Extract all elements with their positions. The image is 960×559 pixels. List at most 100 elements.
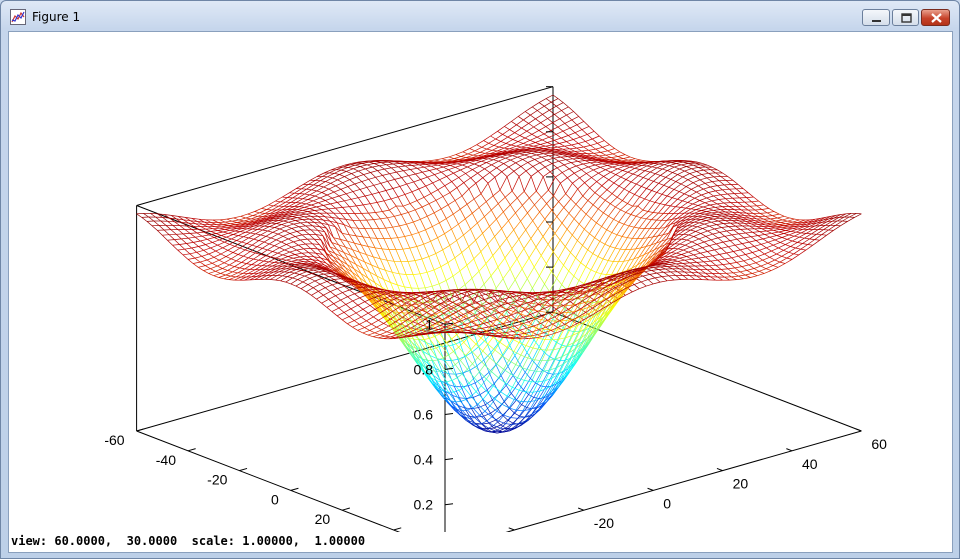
mesh-line	[496, 163, 504, 169]
mesh-line	[432, 179, 440, 184]
mesh-line	[674, 256, 680, 259]
mesh-line	[340, 189, 347, 195]
mesh-line	[713, 176, 720, 181]
mesh-line	[410, 169, 416, 175]
mesh-line	[571, 144, 577, 149]
mesh-line	[445, 218, 452, 230]
mesh-line	[368, 246, 376, 249]
mesh-line	[406, 221, 414, 225]
mesh-line	[218, 277, 225, 280]
mesh-line	[284, 249, 290, 253]
surface-mesh	[136, 94, 862, 434]
close-button[interactable]	[921, 9, 950, 26]
mesh-line	[335, 182, 343, 187]
mesh-line	[473, 258, 480, 272]
mesh-line	[561, 135, 569, 139]
mesh-line	[418, 185, 426, 190]
mesh-line	[542, 236, 549, 245]
mesh-line	[424, 166, 430, 171]
mesh-line	[609, 246, 616, 249]
mesh-line	[776, 235, 783, 238]
mesh-line	[458, 223, 464, 236]
plot-area[interactable]: 00.20.40.60.81-60-40-200204060-60-40-200…	[8, 31, 953, 553]
minimize-button[interactable]	[862, 9, 890, 26]
mesh-line	[804, 237, 810, 240]
mesh-line	[709, 225, 715, 230]
mesh-line	[544, 218, 551, 227]
surface-plot[interactable]: 00.20.40.60.81-60-40-200204060-60-40-200…	[9, 32, 952, 532]
mesh-line	[337, 179, 343, 184]
mesh-line	[318, 202, 324, 206]
mesh-line	[227, 230, 236, 234]
mesh-line	[563, 264, 569, 272]
mesh-line	[423, 197, 430, 204]
mesh-line	[600, 152, 607, 156]
mesh-line	[482, 343, 489, 352]
mesh-line	[319, 283, 326, 288]
mesh-line	[510, 197, 518, 206]
mesh-line	[227, 270, 233, 273]
mesh-line	[703, 169, 709, 174]
mesh-line	[525, 220, 533, 231]
mesh-line	[341, 169, 347, 172]
mesh-line	[533, 126, 540, 131]
mesh-line	[304, 189, 312, 195]
mesh-line	[464, 356, 471, 371]
mesh-line	[576, 124, 583, 130]
mesh-line	[499, 189, 506, 198]
mesh-line	[262, 247, 268, 251]
mesh-line	[416, 246, 423, 260]
mesh-line	[548, 154, 556, 157]
mesh-line	[387, 181, 394, 189]
mesh-line	[406, 181, 414, 185]
maximize-button[interactable]	[892, 9, 919, 26]
mesh-line	[411, 234, 418, 247]
mesh-line	[467, 150, 476, 155]
mesh-line	[463, 228, 471, 236]
mesh-line	[738, 255, 744, 262]
mesh-line	[554, 140, 560, 144]
mesh-line	[453, 169, 461, 174]
mesh-line	[232, 267, 240, 273]
mesh-line	[229, 260, 237, 266]
mesh-line	[529, 359, 536, 371]
mesh-line	[545, 122, 553, 127]
mesh-line	[349, 205, 357, 208]
mesh-line	[537, 228, 544, 237]
mesh-line	[350, 227, 357, 237]
mesh-line	[206, 259, 213, 264]
mesh-line	[530, 228, 539, 239]
mesh-line	[778, 231, 784, 234]
mesh-line	[357, 228, 364, 238]
mesh-line	[359, 186, 368, 190]
mesh-line	[497, 266, 504, 279]
mesh-line	[521, 257, 530, 270]
mesh-line	[758, 270, 765, 274]
mesh-line	[599, 135, 605, 141]
mesh-line	[730, 222, 736, 227]
mesh-line	[642, 209, 649, 212]
mesh-line	[337, 200, 345, 203]
mesh-line	[399, 183, 407, 187]
mesh-line	[243, 218, 252, 222]
mesh-line	[622, 200, 628, 204]
mesh-line	[356, 205, 362, 214]
mesh-line	[391, 167, 397, 173]
mesh-line	[446, 172, 454, 177]
mesh-line	[404, 236, 411, 249]
mesh-line	[290, 218, 296, 221]
mesh-line	[254, 208, 262, 212]
mesh-line	[447, 158, 455, 161]
mesh-line	[277, 233, 284, 237]
mesh-line	[261, 204, 269, 209]
mesh-line	[576, 121, 584, 126]
mesh-line	[295, 219, 303, 221]
mesh-line	[367, 334, 374, 338]
mesh-line	[608, 215, 614, 220]
title-bar[interactable]: Figure 1	[1, 1, 959, 31]
mesh-line	[210, 265, 218, 270]
mesh-line	[274, 227, 280, 230]
mesh-line	[187, 259, 194, 264]
mesh-line	[504, 147, 510, 150]
mesh-line	[326, 191, 335, 196]
